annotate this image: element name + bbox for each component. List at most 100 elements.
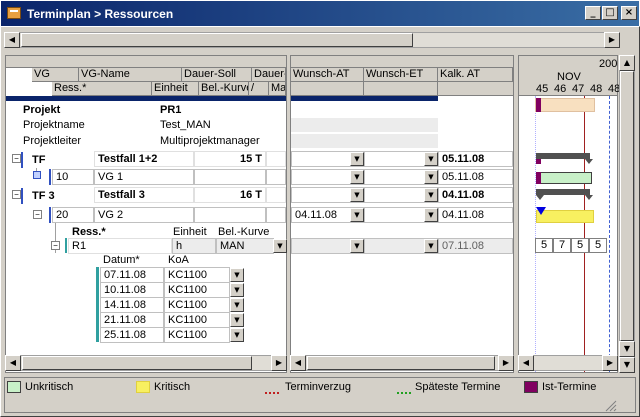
- col-ma[interactable]: Ma: [269, 82, 286, 96]
- col-vg-name[interactable]: VG-Name: [79, 68, 182, 82]
- collapse-tf-icon[interactable]: −: [12, 154, 21, 163]
- scroll-right-icon[interactable]: ▶: [602, 355, 618, 371]
- r1-belkurve-dropdown-icon[interactable]: ▼: [273, 239, 287, 253]
- legend-ist: Ist-Termine: [542, 381, 597, 393]
- gantt-pane: 200 NOV 45 46 47 48 48 5 7 5 5: [518, 55, 620, 373]
- r1-kalk[interactable]: 07.11.08: [438, 238, 513, 254]
- wunsch-at-dropdown-icon[interactable]: ▼: [350, 152, 364, 166]
- scroll-down2-icon[interactable]: ▼: [619, 357, 635, 373]
- vg20-name[interactable]: VG 2: [94, 207, 194, 223]
- legend-kritisch: Kritisch: [154, 381, 191, 393]
- wunsch-et-dropdown-icon[interactable]: ▼: [424, 208, 438, 222]
- col-kalk-at[interactable]: Kalk. AT: [438, 68, 513, 82]
- tf3-summary-bar[interactable]: [536, 189, 590, 195]
- koa-row-koa[interactable]: KC1100: [164, 267, 230, 283]
- wunsch-at-dropdown-icon[interactable]: ▼: [350, 188, 364, 202]
- col-dauer[interactable]: Dauer-: [252, 68, 286, 82]
- r1-week-value: 7: [553, 238, 571, 253]
- tf-dauer[interactable]: 15 T: [194, 151, 266, 167]
- col-vg[interactable]: VG: [32, 68, 79, 82]
- tf3-kalk[interactable]: 04.11.08: [438, 187, 513, 203]
- tf3-vg[interactable]: TF 3: [32, 189, 55, 203]
- gantt-hscrollbar[interactable]: ◀ ▶: [518, 355, 618, 371]
- close-button[interactable]: ×: [621, 6, 637, 20]
- tf-vg[interactable]: TF: [32, 153, 45, 167]
- tf3-dauer[interactable]: 16 T: [194, 187, 266, 203]
- vg10-bar[interactable]: [536, 172, 592, 184]
- tf-kalk[interactable]: 05.11.08: [438, 151, 513, 167]
- collapse-tf3-icon[interactable]: −: [12, 190, 21, 199]
- col-wunsch-et[interactable]: Wunsch-ET: [364, 68, 438, 82]
- today-line: [584, 96, 585, 372]
- gantt-week: 48: [590, 83, 603, 95]
- scroll-left-icon[interactable]: ◀: [5, 355, 21, 371]
- koa-row-datum[interactable]: 21.11.08: [100, 312, 164, 328]
- col-dauer-soll[interactable]: Dauer-Soll: [182, 68, 252, 82]
- minimize-button[interactable]: _: [585, 6, 601, 20]
- maximize-button[interactable]: □: [602, 6, 618, 20]
- collapse-vg20-icon[interactable]: −: [33, 210, 42, 219]
- mid-hscrollbar[interactable]: ◀ ▶: [290, 355, 514, 371]
- wunsch-at-dropdown-icon[interactable]: ▼: [350, 170, 364, 184]
- tf-name[interactable]: Testfall 1+2: [94, 151, 194, 167]
- scroll-right-icon[interactable]: ▶: [498, 355, 514, 371]
- scroll-left-icon[interactable]: ◀: [518, 355, 534, 371]
- col-ress[interactable]: Ress.*: [52, 82, 152, 96]
- koa-dropdown-icon[interactable]: ▼: [230, 283, 244, 297]
- koa-row-koa[interactable]: KC1100: [164, 282, 230, 298]
- r1-name[interactable]: R1: [68, 238, 172, 254]
- koa-dropdown-icon[interactable]: ▼: [230, 268, 244, 282]
- top-hscrollbar[interactable]: ◀ ▶: [4, 32, 620, 48]
- left-pane: VG VG-Name Dauer-Soll Dauer- Ress.* Einh…: [5, 55, 287, 373]
- vg20-kalk[interactable]: 04.11.08: [438, 207, 513, 223]
- legend-unkritisch-swatch: [7, 381, 21, 393]
- vg10-kalk[interactable]: 05.11.08: [438, 169, 513, 185]
- koa-row-datum[interactable]: 10.11.08: [100, 282, 164, 298]
- scroll-left-icon[interactable]: ◀: [4, 32, 20, 48]
- tf3-name[interactable]: Testfall 3: [94, 187, 194, 203]
- left-hscrollbar[interactable]: ◀ ▶: [5, 355, 287, 371]
- koa-row-koa[interactable]: KC1100: [164, 327, 230, 343]
- legend-spaeteste-line: [397, 392, 411, 394]
- vg20-vg[interactable]: 20: [52, 207, 94, 223]
- r1-wunsch-et-dropdown-icon[interactable]: ▼: [424, 239, 438, 253]
- vg10-name[interactable]: VG 1: [94, 169, 194, 185]
- koa-dropdown-icon[interactable]: ▼: [230, 298, 244, 312]
- tf-summary-bar[interactable]: [536, 153, 590, 159]
- project-bar[interactable]: [535, 98, 595, 112]
- scroll-up-icon[interactable]: ▲: [619, 55, 635, 71]
- collapse-r1-icon[interactable]: −: [51, 241, 60, 250]
- selected-row[interactable]: [6, 96, 286, 101]
- scroll-right-icon[interactable]: ▶: [604, 32, 620, 48]
- scroll-right-icon[interactable]: ▶: [271, 355, 287, 371]
- koa-row-datum[interactable]: 14.11.08: [100, 297, 164, 313]
- vscroll-thumb[interactable]: [620, 71, 634, 341]
- wunsch-et-dropdown-icon[interactable]: ▼: [424, 188, 438, 202]
- r1-belkurve[interactable]: MAN: [216, 238, 274, 254]
- vg10-vg[interactable]: 10: [52, 169, 94, 185]
- koa-row-datum[interactable]: 25.11.08: [100, 327, 164, 343]
- wunsch-et-dropdown-icon[interactable]: ▼: [424, 170, 438, 184]
- col-sort[interactable]: /: [249, 82, 269, 96]
- app-icon: [7, 7, 21, 19]
- koa-row-koa[interactable]: KC1100: [164, 297, 230, 313]
- scroll-thumb[interactable]: [21, 33, 413, 47]
- col-bel-kurve[interactable]: Bel.-Kurve: [199, 82, 249, 96]
- col-einheit[interactable]: Einheit: [152, 82, 199, 96]
- vscrollbar[interactable]: ▲ ▼ ▼: [619, 55, 635, 373]
- scroll-left-icon[interactable]: ◀: [290, 355, 306, 371]
- wunsch-et-dropdown-icon[interactable]: ▼: [424, 152, 438, 166]
- koa-row-koa[interactable]: KC1100: [164, 312, 230, 328]
- koa-dropdown-icon[interactable]: ▼: [230, 313, 244, 327]
- r1-wunsch-at-dropdown-icon[interactable]: ▼: [350, 239, 364, 253]
- koa-dropdown-icon[interactable]: ▼: [230, 328, 244, 342]
- scroll-down-icon[interactable]: ▼: [619, 341, 635, 357]
- wunsch-at-dropdown-icon[interactable]: ▼: [350, 208, 364, 222]
- koa-row-datum[interactable]: 07.11.08: [100, 267, 164, 283]
- col-wunsch-at[interactable]: Wunsch-AT: [291, 68, 364, 82]
- legend-spaeteste: Späteste Termine: [415, 381, 501, 393]
- gantt-year: 200: [599, 58, 618, 70]
- r1-einheit[interactable]: h: [172, 238, 216, 254]
- resize-grip-icon[interactable]: [603, 398, 617, 412]
- project-name-value: Test_MAN: [160, 119, 211, 131]
